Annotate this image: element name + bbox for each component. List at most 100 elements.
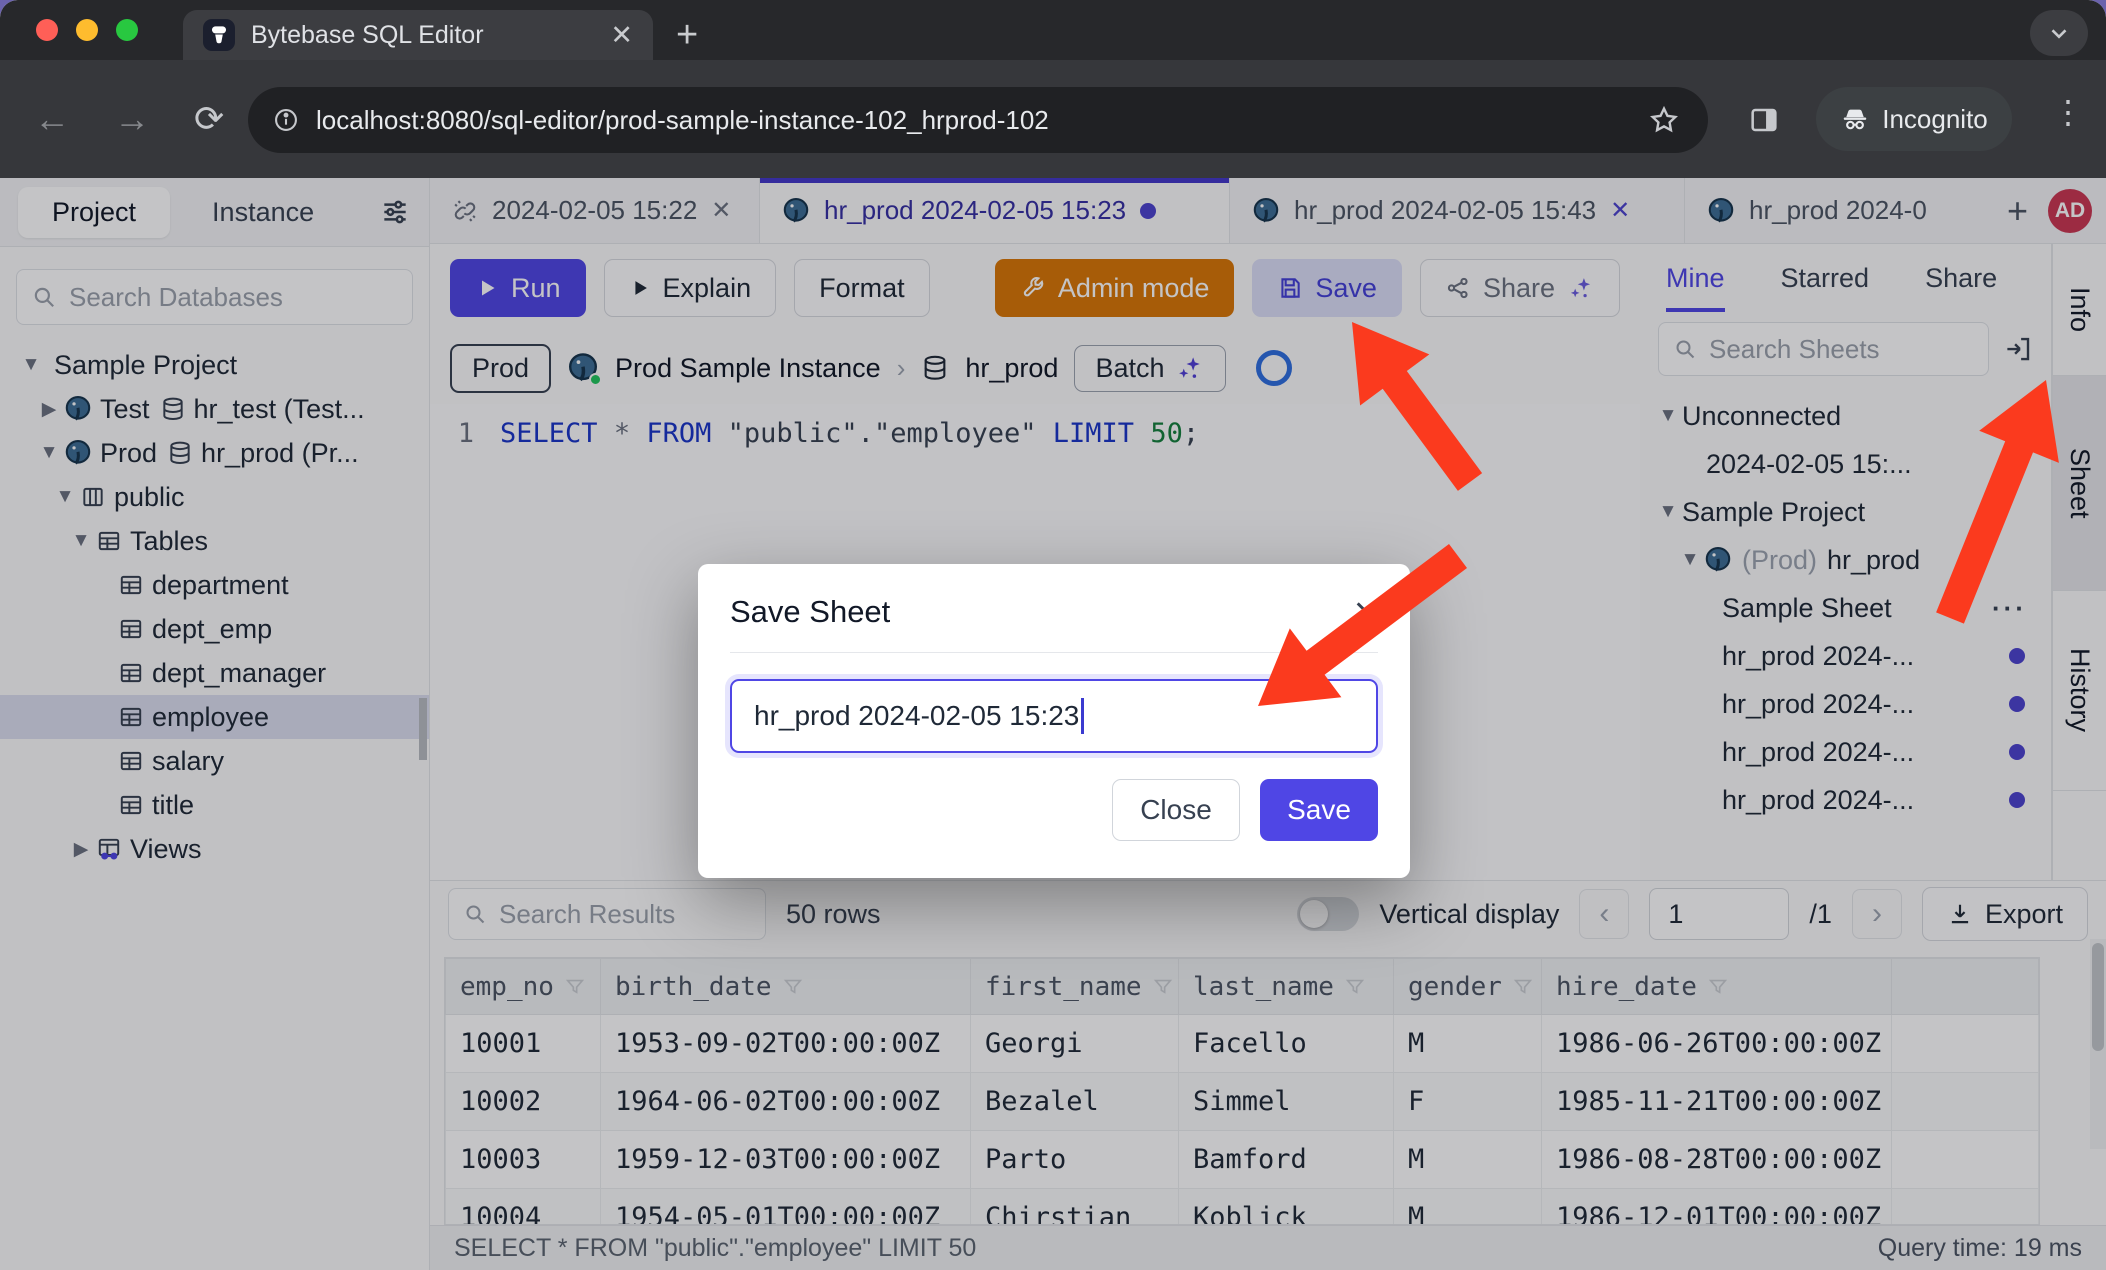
tree-node-table-employee[interactable]: employee — [0, 695, 429, 739]
sheet-search[interactable] — [1658, 322, 1989, 376]
environment-chip[interactable]: Prod — [450, 344, 551, 393]
sort-icon[interactable] — [1152, 976, 1174, 998]
caret-right-icon[interactable]: ▶ — [34, 398, 64, 421]
column-header[interactable]: first_name — [971, 959, 1179, 1015]
caret-down-icon[interactable]: ▼ — [1654, 501, 1682, 523]
rail-tab-info[interactable]: Info — [2053, 244, 2106, 376]
caret-right-icon[interactable]: ▶ — [66, 838, 96, 861]
user-avatar[interactable]: AD — [2048, 189, 2092, 233]
table-row[interactable]: 100041954-05-01T00:00:00ZChirstianKoblic… — [446, 1189, 2039, 1226]
run-button[interactable]: Run — [450, 259, 586, 317]
column-header[interactable]: gender — [1394, 959, 1542, 1015]
sheet-tab-unsaved[interactable]: 2024-02-05 15:22 ✕ — [430, 178, 760, 243]
sort-icon[interactable] — [564, 976, 586, 998]
sheet-tab-active[interactable]: hr_prod 2024-02-05 15:23 — [760, 178, 1230, 243]
sheet-item[interactable]: hr_prod 2024-... — [1640, 776, 2051, 824]
sheet-item[interactable]: hr_prod 2024-... — [1640, 632, 2051, 680]
site-info-icon[interactable] — [272, 106, 300, 134]
database-search[interactable] — [16, 269, 413, 325]
new-sheet-tab-button[interactable]: + — [2007, 190, 2028, 232]
save-sheet-button[interactable]: Save — [1252, 259, 1402, 317]
sheet-item-sample[interactable]: Sample Sheet ··· — [1640, 584, 2051, 632]
window-zoom-button[interactable] — [116, 19, 138, 41]
forward-button[interactable]: → — [114, 98, 150, 140]
modal-close-icon[interactable]: ✕ — [1353, 595, 1378, 630]
admin-mode-button[interactable]: Admin mode — [995, 259, 1235, 317]
results-search-input[interactable] — [499, 899, 751, 930]
share-button[interactable]: Share — [1420, 259, 1620, 317]
sheet-item[interactable]: hr_prod 2024-... — [1640, 680, 2051, 728]
window-close-button[interactable] — [36, 19, 58, 41]
database-search-input[interactable] — [69, 282, 398, 313]
tree-node-table-department[interactable]: department — [0, 563, 429, 607]
modal-save-button[interactable]: Save — [1260, 779, 1378, 841]
tab-mine[interactable]: Mine — [1666, 244, 1725, 312]
modal-close-button[interactable]: Close — [1112, 779, 1240, 841]
sheet-tab-3[interactable]: hr_prod 2024-02-05 15:43 ✕ — [1230, 178, 1685, 243]
caret-down-icon[interactable]: ▼ — [66, 530, 96, 552]
caret-down-icon[interactable]: ▼ — [34, 442, 64, 464]
format-button[interactable]: Format — [794, 259, 930, 317]
sheet-group-unconnected[interactable]: ▼ Unconnected — [1640, 392, 2051, 440]
batch-button[interactable]: Batch — [1074, 345, 1225, 392]
caret-down-icon[interactable]: ▼ — [1676, 549, 1704, 571]
next-page-button[interactable]: › — [1852, 889, 1902, 939]
rail-tab-sheet[interactable]: Sheet — [2053, 376, 2106, 591]
sheet-tab-4[interactable]: hr_prod 2024-0 — [1685, 178, 1935, 243]
url-bar[interactable]: localhost:8080/sql-editor/prod-sample-in… — [248, 87, 1708, 153]
tab-project[interactable]: Project — [18, 187, 170, 238]
column-header[interactable]: last_name — [1179, 959, 1394, 1015]
table-row[interactable]: 100031959-12-03T00:00:00ZPartoBamfordM19… — [446, 1131, 2039, 1189]
instance-name[interactable]: Prod Sample Instance — [615, 353, 881, 384]
column-header[interactable]: emp_no — [446, 959, 601, 1015]
tree-node-schema-public[interactable]: ▼ public — [0, 475, 429, 519]
tree-node-views[interactable]: ▶ Views — [0, 827, 429, 871]
tab-instance[interactable]: Instance — [212, 197, 314, 228]
tab-search-button[interactable] — [2030, 10, 2088, 56]
sidebar-settings-icon[interactable] — [379, 196, 411, 228]
caret-down-icon[interactable]: ▼ — [16, 354, 46, 376]
tree-node-table-salary[interactable]: salary — [0, 739, 429, 783]
results-search[interactable] — [448, 888, 766, 940]
tree-node-table-dept-manager[interactable]: dept_manager — [0, 651, 429, 695]
page-number-input[interactable]: 1 — [1649, 888, 1789, 940]
rail-tab-history[interactable]: History — [2053, 591, 2106, 791]
browser-menu-icon[interactable]: ⋮ — [2052, 93, 2084, 131]
bookmark-star-icon[interactable] — [1648, 104, 1680, 136]
database-name[interactable]: hr_prod — [965, 353, 1058, 384]
sort-icon[interactable] — [1512, 976, 1534, 998]
reload-button[interactable]: ⟳ — [194, 98, 224, 140]
sheet-search-input[interactable] — [1709, 334, 1974, 365]
tab-share[interactable]: Share — [1925, 244, 1997, 312]
tree-node-table-title[interactable]: title — [0, 783, 429, 827]
tree-node-prod-db[interactable]: ▼ Prod hr_prod (Pr... — [0, 431, 429, 475]
tree-node-project[interactable]: ▼ Sample Project — [0, 343, 429, 387]
explain-button[interactable]: Explain — [604, 259, 777, 317]
browser-tab-close-icon[interactable]: ✕ — [610, 20, 633, 51]
sort-icon[interactable] — [1344, 976, 1366, 998]
close-tab-icon[interactable]: ✕ — [1610, 196, 1630, 225]
tree-node-table-dept-emp[interactable]: dept_emp — [0, 607, 429, 651]
vertical-display-toggle[interactable] — [1297, 897, 1359, 931]
caret-down-icon[interactable]: ▼ — [50, 486, 80, 508]
tree-node-tables[interactable]: ▼ Tables — [0, 519, 429, 563]
sheet-db-node[interactable]: ▼ (Prod) hr_prod — [1640, 536, 2051, 584]
import-sheet-icon[interactable] — [2003, 334, 2033, 364]
table-row[interactable]: 100011953-09-02T00:00:00ZGeorgiFacelloM1… — [446, 1015, 2039, 1073]
more-actions-icon[interactable]: ··· — [1992, 593, 2027, 624]
export-button[interactable]: Export — [1922, 887, 2088, 941]
results-scrollbar[interactable] — [2090, 939, 2106, 1149]
sheet-group-project[interactable]: ▼ Sample Project — [1640, 488, 2051, 536]
tree-node-test-db[interactable]: ▶ Test hr_test (Test... — [0, 387, 429, 431]
sheet-item[interactable]: hr_prod 2024-... — [1640, 728, 2051, 776]
caret-down-icon[interactable]: ▼ — [1654, 405, 1682, 427]
tab-starred[interactable]: Starred — [1781, 244, 1870, 312]
column-header[interactable]: hire_date — [1542, 959, 1892, 1015]
prev-page-button[interactable]: ‹ — [1579, 889, 1629, 939]
sheet-item-unconnected[interactable]: 2024-02-05 15:... — [1640, 440, 2051, 488]
sheet-name-input[interactable]: hr_prod 2024-02-05 15:23 — [730, 679, 1378, 753]
sort-icon[interactable] — [1707, 976, 1729, 998]
back-button[interactable]: ← — [34, 98, 70, 140]
sidebar-resize-handle[interactable] — [419, 698, 427, 760]
column-header[interactable]: birth_date — [601, 959, 971, 1015]
